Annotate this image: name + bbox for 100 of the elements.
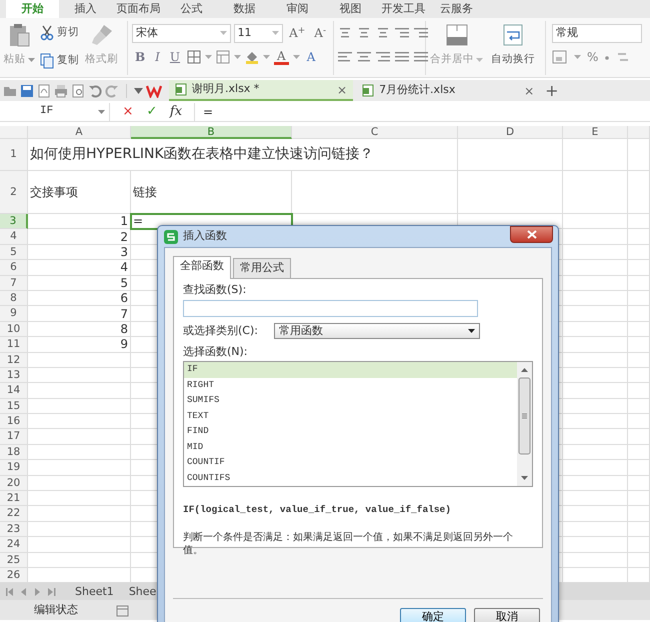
increase-decimal-icon[interactable] <box>616 50 630 64</box>
table-cell[interactable] <box>628 290 650 306</box>
table-cell[interactable]: 交接事项 <box>28 171 131 214</box>
align-center-icon[interactable] <box>357 50 371 64</box>
table-cell[interactable] <box>628 352 650 368</box>
table-cell[interactable] <box>628 139 650 171</box>
function-item[interactable]: SUMIFS <box>184 393 517 408</box>
table-cell[interactable]: 3 <box>28 244 131 260</box>
undo-icon[interactable] <box>88 84 102 98</box>
table-cell[interactable] <box>628 552 650 568</box>
menu-tab[interactable]: 视图 <box>324 0 377 18</box>
font-style-button[interactable]: B <box>132 48 148 66</box>
table-cell[interactable] <box>628 476 650 492</box>
cut-button[interactable]: 剪切 <box>40 21 79 45</box>
row-header[interactable]: 11 <box>0 337 28 353</box>
insert-function-button[interactable]: fx <box>164 102 188 122</box>
align-bottom-icon[interactable] <box>376 26 390 40</box>
column-header[interactable]: A <box>28 126 131 139</box>
table-cell[interactable] <box>563 398 628 414</box>
table-cell[interactable] <box>563 414 628 430</box>
sheet-nav-next-icon[interactable] <box>33 586 42 597</box>
table-cell[interactable] <box>563 214 628 230</box>
dialog-tab[interactable]: 全部函数 <box>173 256 231 278</box>
font-size-button[interactable]: A$^{-}$ <box>311 24 329 42</box>
menu-tab[interactable]: 插入 <box>59 0 112 18</box>
ok-button[interactable]: 确定 <box>400 608 466 622</box>
table-cell[interactable] <box>628 398 650 414</box>
table-cell[interactable]: 1 <box>28 214 131 230</box>
sheet-nav-prev-icon[interactable] <box>19 586 28 597</box>
table-cell[interactable]: 7 <box>28 306 131 322</box>
table-cell[interactable] <box>628 244 650 260</box>
table-cell[interactable] <box>563 290 628 306</box>
table-cell[interactable] <box>563 244 628 260</box>
new-tab-button[interactable]: + <box>545 78 559 102</box>
select-all-corner[interactable] <box>0 126 28 139</box>
table-cell[interactable] <box>563 337 628 353</box>
row-header[interactable]: 3 <box>0 214 28 230</box>
table-cell[interactable] <box>628 260 650 276</box>
table-cell[interactable] <box>628 522 650 538</box>
function-item[interactable]: TEXT <box>184 408 517 424</box>
table-cell[interactable] <box>628 214 650 230</box>
row-header[interactable]: 22 <box>0 506 28 522</box>
cancel-button[interactable]: 取消 <box>474 608 540 622</box>
table-cell[interactable] <box>563 444 628 460</box>
table-cell[interactable]: 如何使用HYPERLINK函数在表格中建立快速访问链接？ <box>28 139 458 171</box>
table-cell[interactable] <box>628 229 650 245</box>
table-cell[interactable] <box>563 260 628 276</box>
row-header[interactable]: 19 <box>0 460 28 476</box>
name-box[interactable]: IF <box>0 102 110 120</box>
row-header[interactable]: 20 <box>0 476 28 492</box>
clear-format-button[interactable]: A <box>304 48 318 66</box>
function-item[interactable]: FIND <box>184 424 517 440</box>
row-header[interactable]: 18 <box>0 444 28 460</box>
table-cell[interactable] <box>628 383 650 399</box>
table-cell[interactable]: 4 <box>28 260 131 276</box>
align-top-icon[interactable] <box>338 26 352 40</box>
table-cell[interactable] <box>628 506 650 522</box>
font-style-button[interactable]: U <box>166 48 184 66</box>
row-header[interactable]: 14 <box>0 383 28 399</box>
table-cell[interactable] <box>563 552 628 568</box>
font-size-dropdown[interactable]: 11 <box>234 24 284 42</box>
wrap-text-button[interactable]: 自动换行 <box>491 21 535 75</box>
table-cell[interactable]: 9 <box>28 337 131 353</box>
table-cell[interactable]: = <box>131 214 292 230</box>
table-cell[interactable] <box>563 522 628 538</box>
sheet-nav-last-icon[interactable] <box>47 586 56 597</box>
menu-tab[interactable]: 审阅 <box>271 0 324 18</box>
row-header[interactable]: 9 <box>0 306 28 322</box>
dialog-tab[interactable]: 常用公式 <box>233 258 291 278</box>
table-cell[interactable] <box>28 491 131 506</box>
row-header[interactable]: 15 <box>0 398 28 414</box>
table-cell[interactable] <box>563 476 628 492</box>
export-pdf-icon[interactable] <box>37 84 51 98</box>
print-preview-icon[interactable] <box>71 84 85 98</box>
sheet-tab[interactable]: Shee <box>124 584 160 600</box>
table-cell[interactable] <box>563 276 628 291</box>
table-cell[interactable] <box>28 476 131 492</box>
table-cell[interactable] <box>563 460 628 476</box>
table-cell[interactable] <box>628 460 650 476</box>
table-cell[interactable] <box>563 368 628 384</box>
table-cell[interactable] <box>628 444 650 460</box>
table-cell[interactable]: 2 <box>28 229 131 245</box>
row-header[interactable]: 8 <box>0 290 28 306</box>
table-cell[interactable] <box>28 552 131 568</box>
redo-icon[interactable] <box>105 84 119 98</box>
function-item[interactable]: MID <box>184 440 517 455</box>
fill-bucket-icon[interactable] <box>245 50 260 64</box>
function-item[interactable]: RIGHT <box>184 378 517 393</box>
dropdown-icon[interactable] <box>134 88 143 94</box>
cancel-button[interactable]: × <box>116 102 140 122</box>
menu-tab[interactable]: 云服务 <box>430 0 483 18</box>
font-size-button[interactable]: A$^{+}$ <box>286 24 308 42</box>
table-cell[interactable] <box>563 171 628 214</box>
menu-tab[interactable]: 开发工具 <box>377 0 430 18</box>
indent-icon[interactable] <box>395 26 409 40</box>
table-cell[interactable] <box>563 229 628 245</box>
menu-tab[interactable]: 页面布局 <box>112 0 165 18</box>
table-cell[interactable] <box>28 352 131 368</box>
row-header[interactable]: 21 <box>0 491 28 506</box>
row-header[interactable]: 24 <box>0 537 28 553</box>
